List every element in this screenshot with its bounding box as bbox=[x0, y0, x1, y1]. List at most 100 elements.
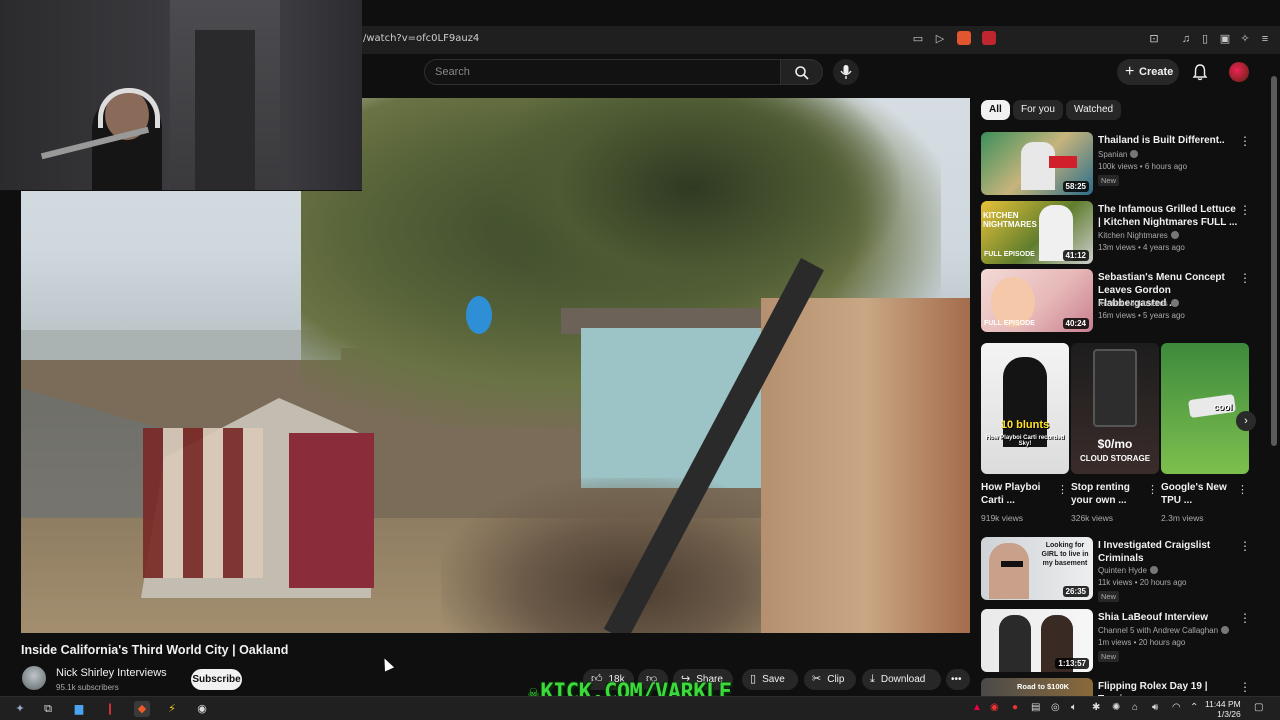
rec-meta: 100k views • 6 hours ago bbox=[1098, 162, 1188, 171]
tray-app-icon[interactable]: ▲ bbox=[972, 702, 982, 713]
clip-button[interactable]: ✂ Clip bbox=[804, 669, 856, 690]
music-icon[interactable]: ♫ bbox=[1179, 32, 1193, 46]
rec-title[interactable]: I Investigated Craigslist Criminals bbox=[1098, 539, 1238, 565]
taskbar-clock[interactable]: 11:44 PM 1/3/26 bbox=[1205, 699, 1241, 719]
rec-channel: Kitchen Nightmares bbox=[1098, 231, 1179, 240]
wallet-icon[interactable]: ▣ bbox=[1218, 32, 1232, 46]
tray-settings-icon[interactable]: ✺ bbox=[1112, 702, 1120, 713]
more-vertical-icon[interactable]: ⋮ bbox=[1147, 483, 1158, 496]
brave-shield-icon[interactable] bbox=[957, 31, 971, 45]
obs-icon[interactable]: ◉ bbox=[194, 701, 210, 717]
verified-icon bbox=[1130, 150, 1139, 158]
start-icon[interactable]: ✦ bbox=[12, 701, 28, 717]
channel-avatar[interactable] bbox=[22, 666, 46, 690]
tray-record-icon[interactable]: ◉ bbox=[990, 702, 999, 713]
thumb-censor-bar bbox=[1001, 561, 1023, 567]
thumb-text: Road to $100K bbox=[1017, 682, 1070, 691]
rec-thumbnail[interactable]: 58:25 bbox=[981, 132, 1093, 195]
account-avatar[interactable] bbox=[1229, 62, 1249, 82]
rec-thumbnail[interactable]: 1:13:57 bbox=[981, 609, 1093, 672]
subscribe-button[interactable]: Subscribe bbox=[191, 669, 242, 690]
search-input[interactable]: Search bbox=[424, 59, 781, 85]
file-explorer-icon[interactable]: ▆ bbox=[71, 701, 87, 717]
rec-thumbnail[interactable]: Road to $100K bbox=[981, 678, 1093, 696]
more-vertical-icon[interactable]: ⋮ bbox=[1057, 483, 1068, 496]
plus-icon: + bbox=[1125, 63, 1135, 80]
short-thumbnail[interactable]: 10 blunts How Playboi Carti recorded Sky… bbox=[981, 343, 1069, 474]
notifications-bell-icon[interactable] bbox=[1192, 63, 1208, 81]
task-view-icon[interactable]: ⧉ bbox=[40, 701, 56, 717]
tray-network-icon[interactable]: ⌂ bbox=[1132, 702, 1138, 713]
more-vertical-icon[interactable]: ⋮ bbox=[1239, 271, 1251, 285]
address-bar[interactable]: /watch?v=ofc0LF9auz4 bbox=[363, 33, 479, 44]
short-views: 326k views bbox=[1071, 513, 1114, 523]
media-icon[interactable]: ▷ bbox=[933, 32, 947, 46]
new-badge: New bbox=[1098, 175, 1120, 186]
more-vertical-icon[interactable]: ⋮ bbox=[1239, 611, 1251, 625]
more-actions-button[interactable]: ••• bbox=[946, 669, 970, 690]
rec-video-item[interactable]: 58:25 Thailand is Built Different.. Span… bbox=[981, 132, 1251, 196]
lightning-app-icon[interactable]: ⚡ bbox=[164, 701, 180, 717]
save-button[interactable]: ▯ Save bbox=[742, 669, 798, 690]
screenshot-icon[interactable]: ⊡ bbox=[1147, 32, 1161, 46]
rec-thumbnail[interactable]: FULL EPISODE 40:24 bbox=[981, 269, 1093, 332]
chip-for-you[interactable]: For you bbox=[1013, 100, 1063, 120]
notification-center-icon[interactable]: ▢ bbox=[1254, 702, 1263, 713]
tray-speaker-icon[interactable]: 🔊︎ bbox=[1152, 702, 1158, 713]
short-thumbnail[interactable]: $0/mo CLOUD STORAGE bbox=[1071, 343, 1159, 474]
clock-date: 1/3/26 bbox=[1217, 709, 1241, 719]
rec-title[interactable]: Flipping Rolex Day 19 | Turning bbox=[1098, 680, 1238, 696]
short-title[interactable]: How Playboi Carti ... bbox=[981, 481, 1056, 507]
rec-video-item[interactable]: Looking for GIRL to live in my basement … bbox=[981, 537, 1251, 602]
more-vertical-icon[interactable]: ⋮ bbox=[1239, 134, 1251, 148]
rec-video-item[interactable]: 1:13:57 Shia LaBeouf Interview Channel 5… bbox=[981, 609, 1251, 673]
thumb-person bbox=[999, 615, 1031, 672]
chip-watched[interactable]: Watched bbox=[1066, 100, 1122, 120]
extension-icon[interactable] bbox=[982, 31, 996, 45]
rec-video-item[interactable]: FULL EPISODE 40:24 Sebastian's Menu Conc… bbox=[981, 269, 1251, 333]
tray-play-icon[interactable]: ◎ bbox=[1051, 702, 1060, 713]
more-vertical-icon[interactable]: ⋮ bbox=[1239, 539, 1251, 553]
scrollbar-thumb[interactable] bbox=[1271, 76, 1277, 446]
shorts-next-button[interactable]: › bbox=[1236, 411, 1256, 431]
rec-thumbnail[interactable]: KITCHEN NIGHTMARES FULL EPISODE 41:12 bbox=[981, 201, 1093, 264]
download-button[interactable]: ⤓ Download bbox=[862, 669, 941, 690]
thumb-sub: FULL EPISODE bbox=[984, 251, 1035, 258]
more-vertical-icon[interactable]: ⋮ bbox=[1239, 203, 1251, 217]
rec-video-item[interactable]: Road to $100K Flipping Rolex Day 19 | Tu… bbox=[981, 678, 1251, 696]
ai-icon[interactable]: ✧ bbox=[1238, 32, 1252, 46]
os-taskbar: ✦ ⧉ ▆ ❙ ◆ ⚡ ◉ ▲ ◉ ● ▤ ◎ 🔈︎ ✱ ✺ ⌂ 🔊︎ ◠ ⌃ … bbox=[0, 696, 1280, 720]
rec-title[interactable]: Shia LaBeouf Interview bbox=[1098, 611, 1238, 624]
channel-name[interactable]: Nick Shirley Interviews bbox=[56, 667, 167, 679]
short-thumbnail[interactable]: cool bbox=[1161, 343, 1249, 474]
tray-printer-icon[interactable]: ▤ bbox=[1031, 702, 1040, 713]
create-button[interactable]: + Create bbox=[1117, 59, 1179, 85]
tray-volume-icon[interactable]: 🔈︎ bbox=[1071, 702, 1077, 713]
app-red-icon[interactable]: ❙ bbox=[102, 701, 118, 717]
rec-video-item[interactable]: KITCHEN NIGHTMARES FULL EPISODE 41:12 Th… bbox=[981, 201, 1251, 265]
tray-wifi-icon[interactable]: ◠ bbox=[1172, 702, 1181, 713]
more-vertical-icon[interactable]: ⋮ bbox=[1239, 680, 1251, 694]
tray-live-icon[interactable]: ● bbox=[1012, 702, 1018, 713]
voice-search-button[interactable] bbox=[833, 59, 859, 85]
menu-icon[interactable]: ≡ bbox=[1258, 32, 1272, 46]
short-title[interactable]: Stop renting your own ... bbox=[1071, 481, 1146, 507]
more-vertical-icon[interactable]: ⋮ bbox=[1237, 483, 1248, 496]
short-title[interactable]: Google's New TPU ... bbox=[1161, 481, 1236, 507]
cast-icon[interactable]: ▭ bbox=[911, 32, 925, 46]
rec-channel: Quinten Hyde bbox=[1098, 566, 1158, 575]
search-button[interactable] bbox=[781, 59, 823, 85]
short-views: 919k views bbox=[981, 513, 1024, 523]
chip-all[interactable]: All bbox=[981, 100, 1010, 120]
tray-bluetooth-icon[interactable]: ✱ bbox=[1092, 702, 1100, 713]
rec-title[interactable]: The Infamous Grilled Lettuce | Kitchen N… bbox=[1098, 203, 1238, 229]
brave-browser-icon[interactable]: ◆ bbox=[134, 701, 150, 717]
video-scene-quilt bbox=[143, 428, 263, 578]
rec-channel-name: Quinten Hyde bbox=[1098, 566, 1147, 575]
tray-chevron-icon[interactable]: ⌃ bbox=[1190, 702, 1198, 713]
rec-channel: Kitchen Nightmares bbox=[1098, 299, 1179, 308]
rec-thumbnail[interactable]: Looking for GIRL to live in my basement … bbox=[981, 537, 1093, 600]
sidebar-icon[interactable]: ▯ bbox=[1198, 32, 1212, 46]
thumb-device bbox=[1093, 349, 1137, 427]
rec-title[interactable]: Thailand is Built Different.. bbox=[1098, 134, 1238, 147]
